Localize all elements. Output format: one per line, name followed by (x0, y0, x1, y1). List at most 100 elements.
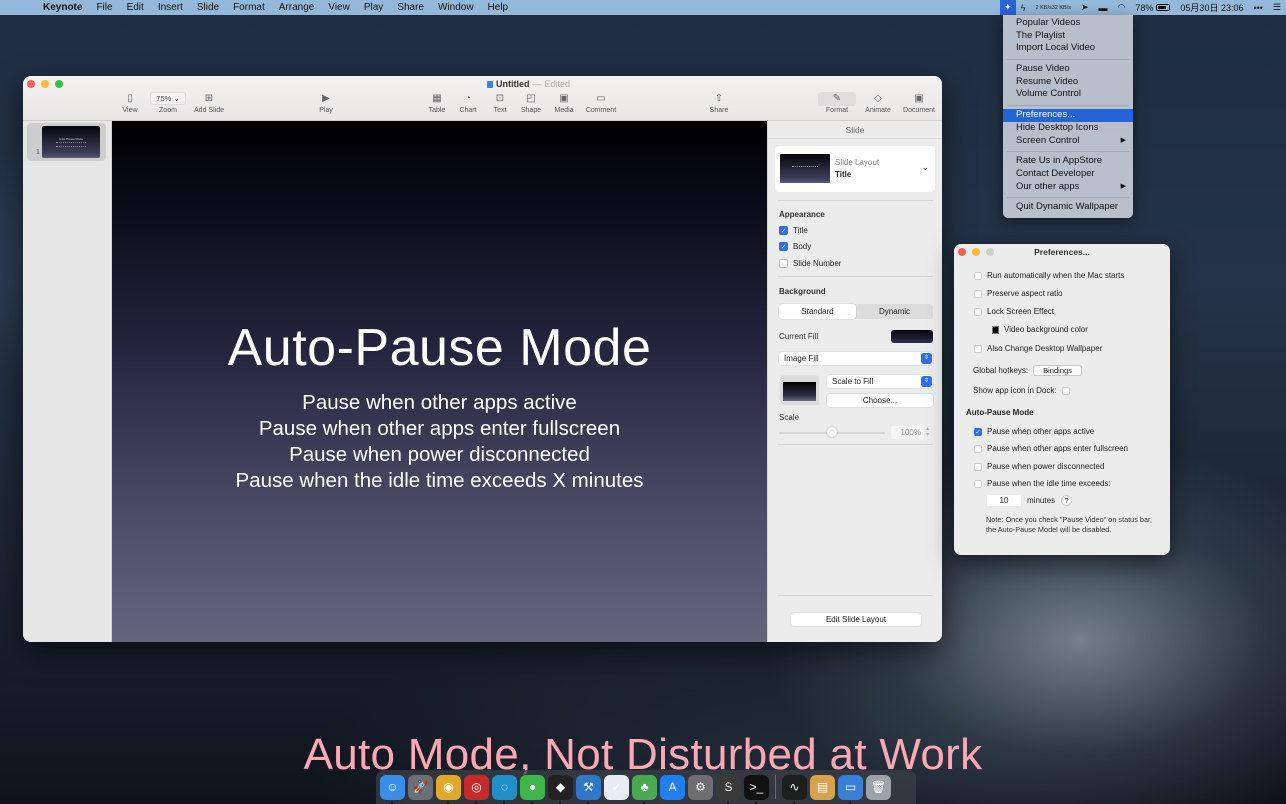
help-button[interactable]: ? (1061, 495, 1073, 506)
menu-file[interactable]: File (89, 0, 119, 15)
animate-button[interactable]: ◇ Animate (856, 92, 900, 114)
dock-keynote-icon[interactable]: ▭ (838, 774, 863, 804)
dock-activity-monitor-icon[interactable]: ∿ (782, 774, 807, 804)
choose-button[interactable]: Choose... (827, 394, 933, 407)
menu-item-hide-desktop-icons[interactable]: Hide Desktop Icons (1003, 122, 1133, 135)
dock-chrome-icon[interactable]: ◉ (436, 774, 461, 804)
checkbox[interactable] (974, 479, 982, 488)
scale-slider-knob[interactable] (827, 427, 837, 437)
scale-value-field[interactable]: 100% (891, 426, 924, 439)
chevron-down-icon[interactable]: ⌄ (921, 162, 929, 173)
menu-item-pause-video[interactable]: Pause Video (1003, 63, 1133, 76)
play-button[interactable]: ▶ Play (304, 92, 348, 114)
dock-wechat-icon[interactable]: ● (520, 774, 545, 804)
more-icon[interactable]: ••• (1248, 3, 1267, 13)
slide-title[interactable]: Auto-Pause Mode (112, 318, 767, 378)
menu-help[interactable]: Help (481, 0, 516, 15)
menu-item-the-playlist[interactable]: The Playlist (1003, 30, 1133, 43)
dock-launchpad-icon[interactable]: 🚀 (408, 774, 433, 800)
image-well[interactable] (779, 375, 820, 406)
document-button[interactable]: ▣ Document (897, 92, 941, 114)
menu-item-screen-control[interactable]: Screen Control ▶ (1003, 135, 1133, 148)
pause-fullscreen-option[interactable]: Pause when other apps enter fullscreen (974, 444, 1128, 453)
network-speed[interactable]: 2 KB/s 32 KB/s (1031, 5, 1076, 11)
keyboard-icon[interactable]: ▬ (1094, 3, 1113, 13)
slide-canvas[interactable]: Auto-Pause Mode Pause when other apps ac… (112, 121, 767, 642)
edit-slide-layout-button[interactable]: Edit Slide Layout (791, 613, 921, 626)
show-dock-icon-row[interactable]: Show app icon in Dock: (973, 386, 1070, 395)
menu-item-preferences[interactable]: Preferences... (1003, 109, 1133, 122)
checkbox[interactable] (974, 289, 982, 298)
checkbox[interactable]: ✓ (779, 242, 788, 251)
fullscreen-button[interactable] (55, 80, 63, 88)
menu-share[interactable]: Share (390, 0, 431, 15)
checkbox[interactable]: ✓ (974, 427, 982, 436)
notification-center-icon[interactable]: ☰ (1268, 2, 1286, 13)
checkbox[interactable] (974, 462, 982, 471)
run-at-login-option[interactable]: Run automatically when the Mac starts (974, 271, 1124, 280)
dock-finder-icon[interactable]: ☺ (380, 774, 405, 804)
menu-item-popular-videos[interactable]: Popular Videos (1003, 17, 1133, 30)
appearance-body-checkbox[interactable]: ✓ Body (779, 242, 811, 251)
idle-minutes-input[interactable]: 10 (987, 495, 1021, 506)
tab-standard[interactable]: Standard (779, 304, 856, 319)
zoom-button[interactable]: 75% ⌄ Zoom (146, 92, 190, 114)
wifi-icon[interactable]: ◠ (1113, 2, 1131, 13)
dock-tasks-icon[interactable]: ✓ (604, 774, 629, 800)
menu-item-import-local-video[interactable]: Import Local Video (1003, 42, 1133, 55)
slide-body[interactable]: Pause when other apps active Pause when … (112, 390, 767, 494)
dock-qq-icon[interactable]: ◆ (548, 774, 573, 804)
checkbox[interactable] (974, 444, 982, 453)
slide-thumbnail-selected[interactable]: 1 Auto-Pause Mode (27, 123, 106, 161)
appearance-title-checkbox[interactable]: ✓ Title (779, 226, 808, 235)
menu-slide[interactable]: Slide (190, 0, 226, 15)
add-slide-button[interactable]: ⊞ Add Slide (187, 92, 231, 114)
send-icon[interactable]: ➤ (1076, 2, 1094, 13)
dock-terminal-icon[interactable]: >_ (744, 774, 769, 804)
appearance-slide-number-checkbox[interactable]: Slide Number (779, 259, 841, 268)
fill-type-select[interactable]: Image Fill ⇕ (779, 352, 933, 365)
minimize-button[interactable] (41, 80, 49, 88)
lock-screen-option[interactable]: Lock Screen Effect (974, 307, 1054, 316)
menu-item-rate-us-in-appstore[interactable]: Rate Us in AppStore (1003, 155, 1133, 168)
menu-item-contact-developer[interactable]: Contact Developer (1003, 168, 1133, 181)
clock[interactable]: 05月30日 23:06 (1175, 1, 1248, 14)
dock-sublime-text-icon[interactable]: S (716, 774, 741, 804)
dock-netease-music-icon[interactable]: ◎ (464, 774, 489, 804)
scale-mode-select[interactable]: Scale to Fill ⇕ (827, 375, 933, 388)
slide-thumbnail[interactable]: Auto-Pause Mode (42, 126, 100, 158)
dynamic-wallpaper-status-icon[interactable]: ✦ (999, 0, 1016, 15)
dock-xcode-icon[interactable]: ⚒ (576, 774, 601, 804)
dock-chat-app-icon[interactable]: ◌ (492, 774, 517, 804)
menu-insert[interactable]: Insert (151, 0, 190, 15)
menu-item-quit-dynamic-wallpaper[interactable]: Quit Dynamic Wallpaper (1003, 201, 1133, 214)
menu-play[interactable]: Play (357, 0, 390, 15)
video-bg-color-option[interactable]: Video background color (992, 325, 1088, 334)
comment-button[interactable]: ▭ Comment (579, 92, 623, 114)
pause-idle-option[interactable]: Pause when the idle time exceeds: (974, 479, 1111, 488)
tab-dynamic[interactable]: Dynamic (856, 304, 933, 319)
menu-arrange[interactable]: Arrange (272, 0, 322, 15)
close-button[interactable] (27, 80, 35, 88)
bindings-button[interactable]: Bindings (1033, 365, 1082, 376)
share-button[interactable]: ⇧ Share (697, 92, 741, 114)
dock-app-store-icon[interactable]: A (660, 774, 685, 800)
battery-plug-icon[interactable]: ϟ (1016, 3, 1031, 13)
menu-item-resume-video[interactable]: Resume Video (1003, 76, 1133, 89)
pause-power-option[interactable]: Pause when power disconnected (974, 462, 1104, 471)
change-wallpaper-option[interactable]: Also Change Desktop Wallpaper (974, 344, 1102, 353)
color-well[interactable] (992, 325, 999, 334)
menu-item-our-other-apps[interactable]: Our other apps ▶ (1003, 181, 1133, 194)
scale-stepper[interactable]: ▴ ▾ (926, 426, 929, 438)
checkbox[interactable] (974, 307, 982, 316)
dock-system-preferences-icon[interactable]: ⚙ (688, 774, 713, 800)
checkbox[interactable]: ✓ (779, 226, 788, 235)
menu-item-volume-control[interactable]: Volume Control (1003, 88, 1133, 101)
dock-preview-icon[interactable]: ▤ (810, 774, 835, 800)
slide-layout-picker[interactable]: Slide Layout Title ⌄ (775, 146, 935, 192)
current-fill-swatch[interactable] (891, 330, 933, 343)
format-button[interactable]: ✎ Format (815, 92, 859, 114)
checkbox[interactable] (779, 259, 788, 268)
dock-evernote-icon[interactable]: ♣ (632, 774, 657, 804)
menu-format[interactable]: Format (226, 0, 272, 15)
